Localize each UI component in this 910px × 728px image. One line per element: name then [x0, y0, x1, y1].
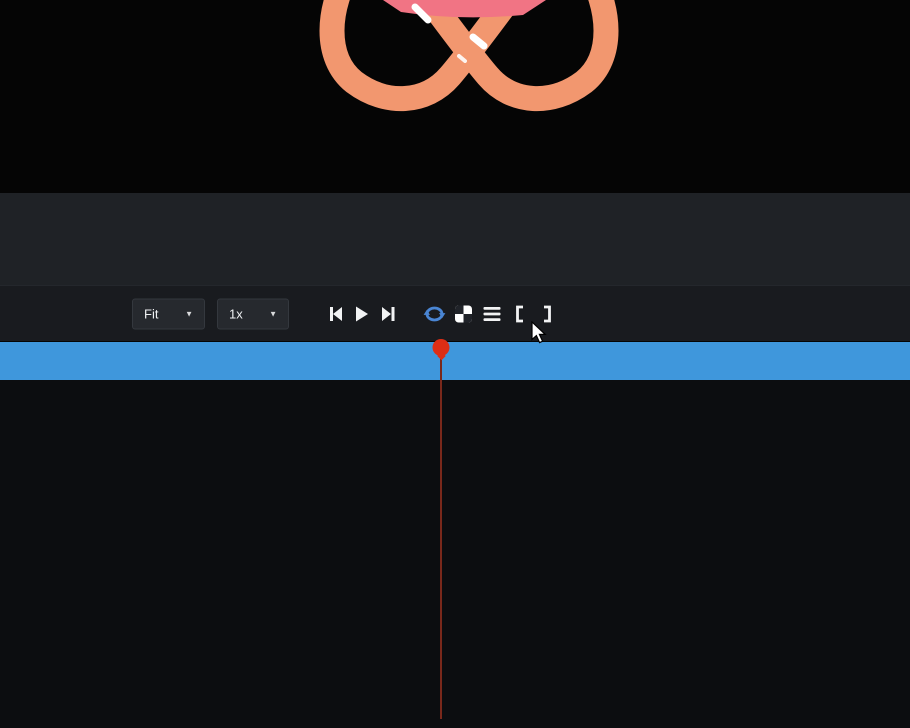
pretzel-pink-fill — [383, 0, 546, 17]
chevron-down-icon: ▼ — [185, 309, 193, 318]
bracket-out-icon — [542, 305, 552, 323]
timeline-track-area — [0, 380, 910, 728]
playback-toolbar: Fit ▼ 1x ▼ — [0, 285, 910, 341]
skip-to-start-icon — [329, 306, 343, 322]
speed-value: 1x — [229, 306, 243, 321]
skip-to-end-icon — [381, 306, 395, 322]
preview-canvas — [0, 0, 910, 193]
bracket-in-icon — [515, 305, 525, 323]
skip-to-end-button[interactable] — [381, 306, 395, 322]
loop-icon — [423, 304, 446, 323]
animation-artwork — [0, 0, 910, 193]
set-out-point-button[interactable] — [542, 305, 552, 323]
set-in-point-button[interactable] — [515, 305, 525, 323]
checkerboard-icon — [455, 305, 472, 322]
play-button[interactable] — [354, 305, 369, 322]
skip-to-start-button[interactable] — [329, 306, 343, 322]
play-icon — [354, 305, 369, 322]
zoom-fit-value: Fit — [144, 306, 158, 321]
timeline-scrubber-bar[interactable] — [0, 342, 910, 380]
playhead-handle[interactable] — [433, 339, 450, 356]
app-window: Fit ▼ 1x ▼ — [0, 0, 910, 728]
playhead-line — [440, 352, 442, 719]
zoom-fit-dropdown[interactable]: Fit ▼ — [132, 298, 205, 329]
menu-icon — [483, 306, 501, 322]
chevron-down-icon: ▼ — [269, 309, 277, 318]
loop-toggle-button[interactable] — [423, 304, 446, 323]
speed-dropdown[interactable]: 1x ▼ — [217, 298, 289, 329]
gutter-panel — [0, 193, 910, 285]
background-toggle-button[interactable] — [455, 305, 472, 322]
menu-button[interactable] — [483, 306, 501, 322]
